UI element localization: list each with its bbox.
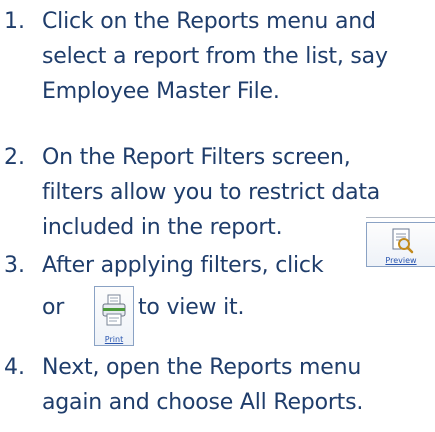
step-text: again and choose All Reports. [42, 390, 364, 415]
step-text: On the Report Filters screen, [42, 145, 351, 170]
step-text: Next, open the Reports menu [42, 355, 362, 380]
step-number: 2. [4, 145, 25, 170]
preview-icon [392, 228, 414, 254]
step-number: 4. [4, 355, 25, 380]
print-button-label: Print [104, 335, 124, 344]
step-text: Employee Master File. [42, 79, 280, 104]
step-text: included in the report. [42, 215, 283, 240]
step-number: 1. [4, 9, 25, 34]
instruction-list: 1. Click on the Reports menu and select … [0, 0, 435, 432]
step-text: select a report from the list, say [42, 44, 388, 69]
step-number: 3. [4, 253, 25, 278]
preview-button-divider [366, 217, 435, 218]
print-button[interactable]: Print [94, 286, 134, 346]
print-icon [102, 294, 126, 326]
step-text: filters allow you to restrict data [42, 180, 381, 205]
preview-button[interactable]: Preview [366, 222, 435, 267]
preview-button-label: Preview [385, 256, 417, 265]
step-text: Click on the Reports menu and [42, 9, 376, 34]
step-text-or: or [42, 295, 65, 320]
step-text: After applying filters, click [42, 253, 324, 278]
step-text-to-view: to view it. [138, 295, 245, 320]
